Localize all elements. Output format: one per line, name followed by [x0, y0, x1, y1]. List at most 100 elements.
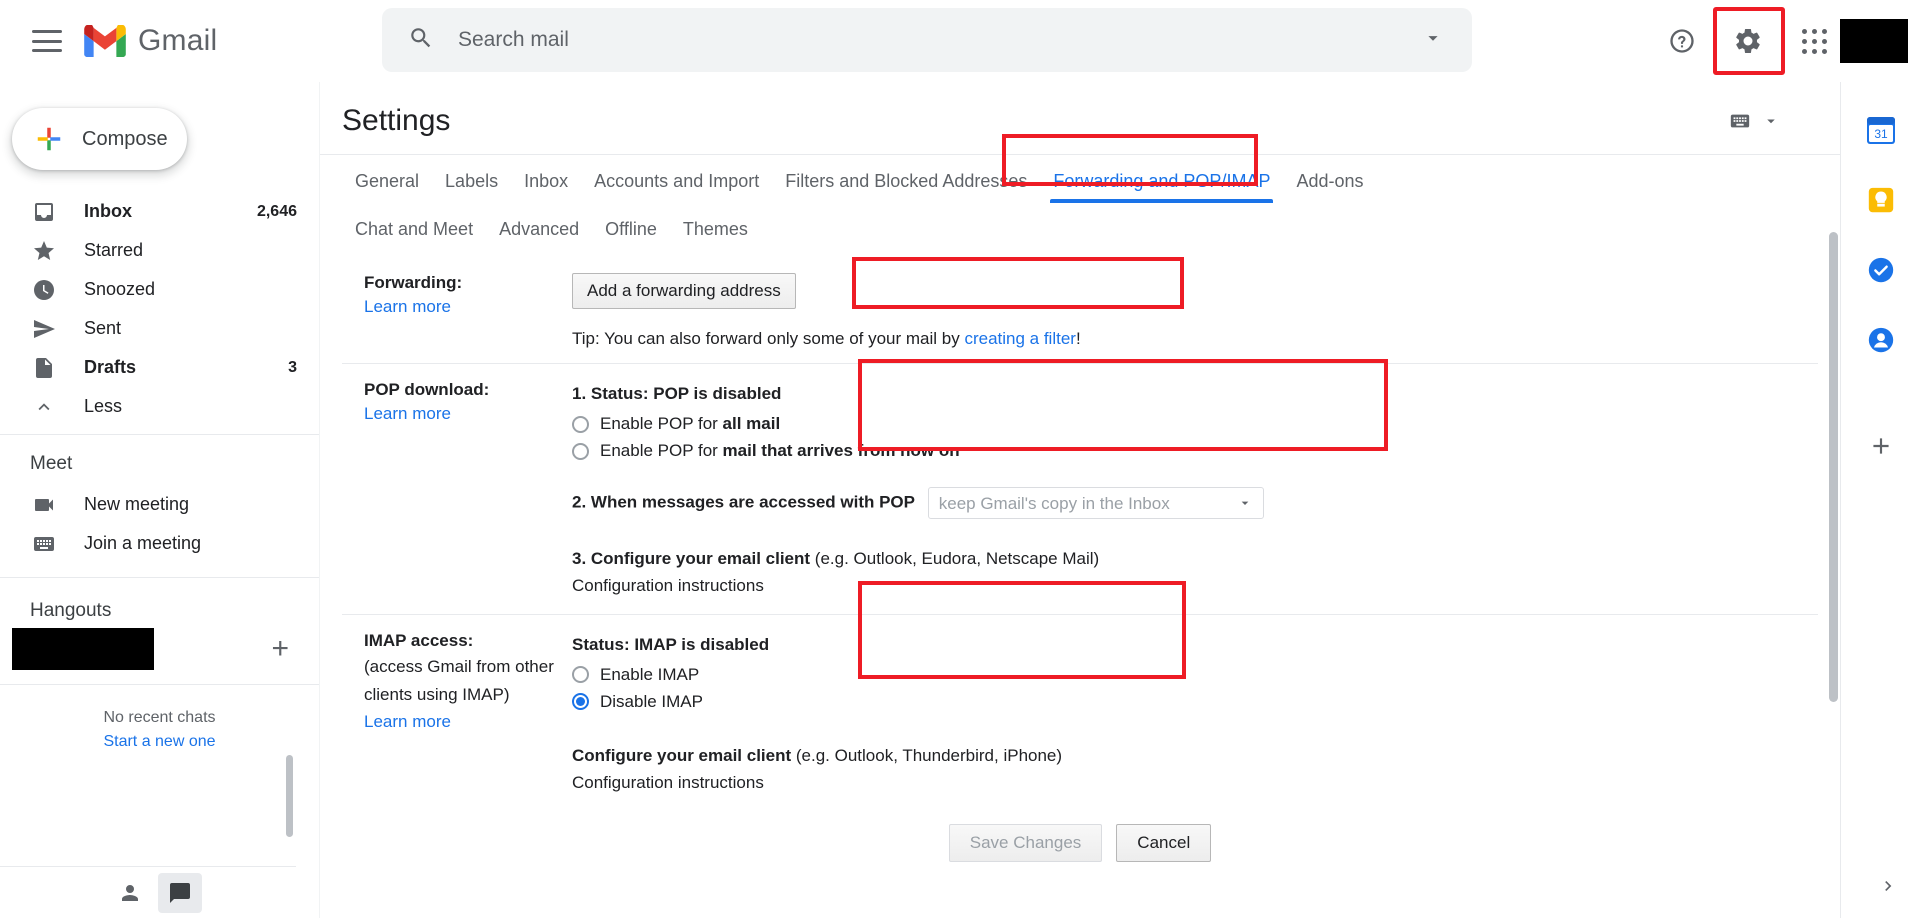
imap-access-section: IMAP access: (access Gmail from other cl… — [342, 614, 1818, 811]
pop-enable-all-mail-option[interactable]: Enable POP for all mail — [572, 414, 1818, 434]
imap-learn-more-link[interactable]: Learn more — [364, 712, 572, 732]
forwarding-learn-more-link[interactable]: Learn more — [364, 297, 572, 317]
radio-button[interactable] — [572, 416, 589, 433]
hangouts-account-row[interactable]: + — [0, 628, 319, 670]
google-keep-icon[interactable] — [1861, 180, 1901, 220]
google-tasks-icon[interactable] — [1861, 250, 1901, 290]
settings-footer-actions: Save Changes Cancel — [342, 810, 1818, 862]
sidebar-item-count: 2,646 — [257, 203, 297, 221]
sidebar-item-label: Inbox — [84, 201, 257, 222]
plus-icon[interactable]: + — [271, 634, 289, 664]
tab-general[interactable]: General — [342, 155, 432, 203]
sidebar-item-label: Sent — [84, 318, 297, 339]
pop-step-3-bold: 3. Configure your email client — [572, 549, 810, 568]
hamburger-menu-icon[interactable] — [32, 30, 62, 52]
tab-themes[interactable]: Themes — [670, 203, 761, 251]
pop-access-behavior-select[interactable]: keep Gmail's copy in the Inbox — [928, 487, 1264, 519]
radio-button-selected[interactable] — [572, 693, 589, 710]
chevron-up-icon — [30, 396, 58, 418]
pop-learn-more-link[interactable]: Learn more — [364, 404, 572, 424]
search-options-chevron-down-icon[interactable] — [1422, 27, 1444, 54]
radio-button[interactable] — [572, 443, 589, 460]
pop-step-3-rest: (e.g. Outlook, Eudora, Netscape Mail) — [810, 549, 1099, 568]
sidebar-item-label: New meeting — [84, 494, 297, 515]
sidebar: Compose Inbox 2,646 Starred — [0, 82, 320, 918]
add-forwarding-address-button[interactable]: Add a forwarding address — [572, 273, 796, 309]
sidebar-item-less[interactable]: Less — [0, 387, 319, 426]
keyboard-icon — [30, 532, 58, 556]
save-changes-button[interactable]: Save Changes — [949, 824, 1103, 862]
imap-sub-line-1: (access Gmail from other — [364, 655, 572, 680]
cancel-button[interactable]: Cancel — [1116, 824, 1211, 862]
search-input[interactable] — [456, 27, 1422, 53]
imap-configuration-instructions-link[interactable]: Configuration instructions — [572, 769, 1818, 796]
imap-enable-option[interactable]: Enable IMAP — [572, 665, 1818, 685]
sidebar-item-inbox[interactable]: Inbox 2,646 — [0, 192, 319, 231]
contacts-tab[interactable] — [108, 873, 152, 913]
pop-option-1-label: Enable POP for all mail — [600, 414, 780, 434]
pop-step-2-row: 2. When messages are accessed with POP k… — [572, 487, 1818, 519]
keyboard-icon — [1726, 110, 1754, 132]
keyboard-shortcut-toggle[interactable] — [1726, 110, 1780, 132]
sidebar-item-join-meeting[interactable]: Join a meeting — [0, 524, 319, 563]
pop-download-section: POP download: Learn more 1. Status: POP … — [342, 363, 1818, 614]
gmail-m-icon — [84, 25, 126, 57]
imap-enable-label: Enable IMAP — [600, 665, 699, 685]
imap-configure-bold: Configure your email client — [572, 746, 791, 765]
chat-tab[interactable] — [158, 873, 202, 913]
tab-advanced[interactable]: Advanced — [486, 203, 592, 251]
pop-label-col: POP download: Learn more — [342, 380, 572, 600]
sidebar-item-sent[interactable]: Sent — [0, 309, 319, 348]
person-icon — [118, 881, 142, 905]
expand-rail-chevron-right-icon[interactable] — [1878, 876, 1898, 902]
forwarding-section: Forwarding: Learn more Add a forwarding … — [342, 251, 1818, 363]
google-contacts-icon[interactable] — [1861, 320, 1901, 360]
tab-filters-and-blocked-addresses[interactable]: Filters and Blocked Addresses — [772, 155, 1040, 203]
main-scrollbar[interactable] — [1829, 232, 1838, 702]
sidebar-item-starred[interactable]: Starred — [0, 231, 319, 270]
tab-add-ons[interactable]: Add-ons — [1283, 155, 1376, 203]
start-a-new-one-link[interactable]: Start a new one — [0, 727, 319, 751]
settings-tabs-row-2: Chat and Meet Advanced Offline Themes — [342, 203, 1818, 251]
settings-main-panel: Settings General Labels Inbox Accounts a… — [320, 82, 1840, 918]
search-bar[interactable] — [382, 8, 1472, 72]
pop-status-text: 1. Status: POP is disabled — [572, 380, 1818, 407]
forwarding-label-col: Forwarding: Learn more — [342, 273, 572, 349]
hangouts-section-title: Hangouts — [0, 578, 319, 628]
chevron-down-icon — [1237, 495, 1253, 511]
add-app-plus-icon[interactable] — [1861, 426, 1901, 466]
sidebar-item-drafts[interactable]: Drafts 3 — [0, 348, 319, 387]
help-circle-icon[interactable] — [1656, 15, 1708, 67]
gear-icon[interactable] — [1722, 15, 1774, 67]
gmail-logo[interactable]: Gmail — [84, 24, 217, 58]
pop-option-2-bold: mail that arrives from now on — [723, 441, 960, 460]
sidebar-item-snoozed[interactable]: Snoozed — [0, 270, 319, 309]
pop-option-2-label: Enable POP for mail that arrives from no… — [600, 441, 960, 461]
chat-scrollbar[interactable] — [286, 755, 293, 837]
google-calendar-icon[interactable]: 31 — [1861, 110, 1901, 150]
tab-labels[interactable]: Labels — [432, 155, 511, 203]
avatar[interactable] — [1840, 19, 1908, 63]
creating-a-filter-link[interactable]: creating a filter — [964, 329, 1076, 348]
compose-button[interactable]: Compose — [12, 108, 187, 170]
apps-grid-icon[interactable] — [1788, 15, 1840, 67]
tab-inbox[interactable]: Inbox — [511, 155, 581, 203]
chat-bubble-icon — [168, 881, 192, 905]
sidebar-item-new-meeting[interactable]: New meeting — [0, 485, 319, 524]
draft-file-icon — [30, 356, 58, 380]
tab-chat-and-meet[interactable]: Chat and Meet — [342, 203, 486, 251]
imap-configure-rest: (e.g. Outlook, Thunderbird, iPhone) — [791, 746, 1062, 765]
tab-forwarding-and-pop-imap[interactable]: Forwarding and POP/IMAP — [1040, 155, 1283, 203]
pop-configuration-instructions-link[interactable]: Configuration instructions — [572, 572, 1818, 599]
sidebar-item-label: Starred — [84, 240, 297, 261]
radio-button[interactable] — [572, 666, 589, 683]
hangouts-account-name-redacted — [12, 628, 154, 670]
imap-disable-option[interactable]: Disable IMAP — [572, 692, 1818, 712]
pop-enable-from-now-on-option[interactable]: Enable POP for mail that arrives from no… — [572, 441, 1818, 461]
page-title: Settings — [342, 104, 450, 138]
forwarding-content-col: Add a forwarding address Tip: You can al… — [572, 273, 1818, 349]
settings-gear-wrapper[interactable] — [1722, 15, 1774, 67]
top-bar: Gmail — [0, 0, 1920, 82]
tab-offline[interactable]: Offline — [592, 203, 670, 251]
tab-accounts-and-import[interactable]: Accounts and Import — [581, 155, 772, 203]
